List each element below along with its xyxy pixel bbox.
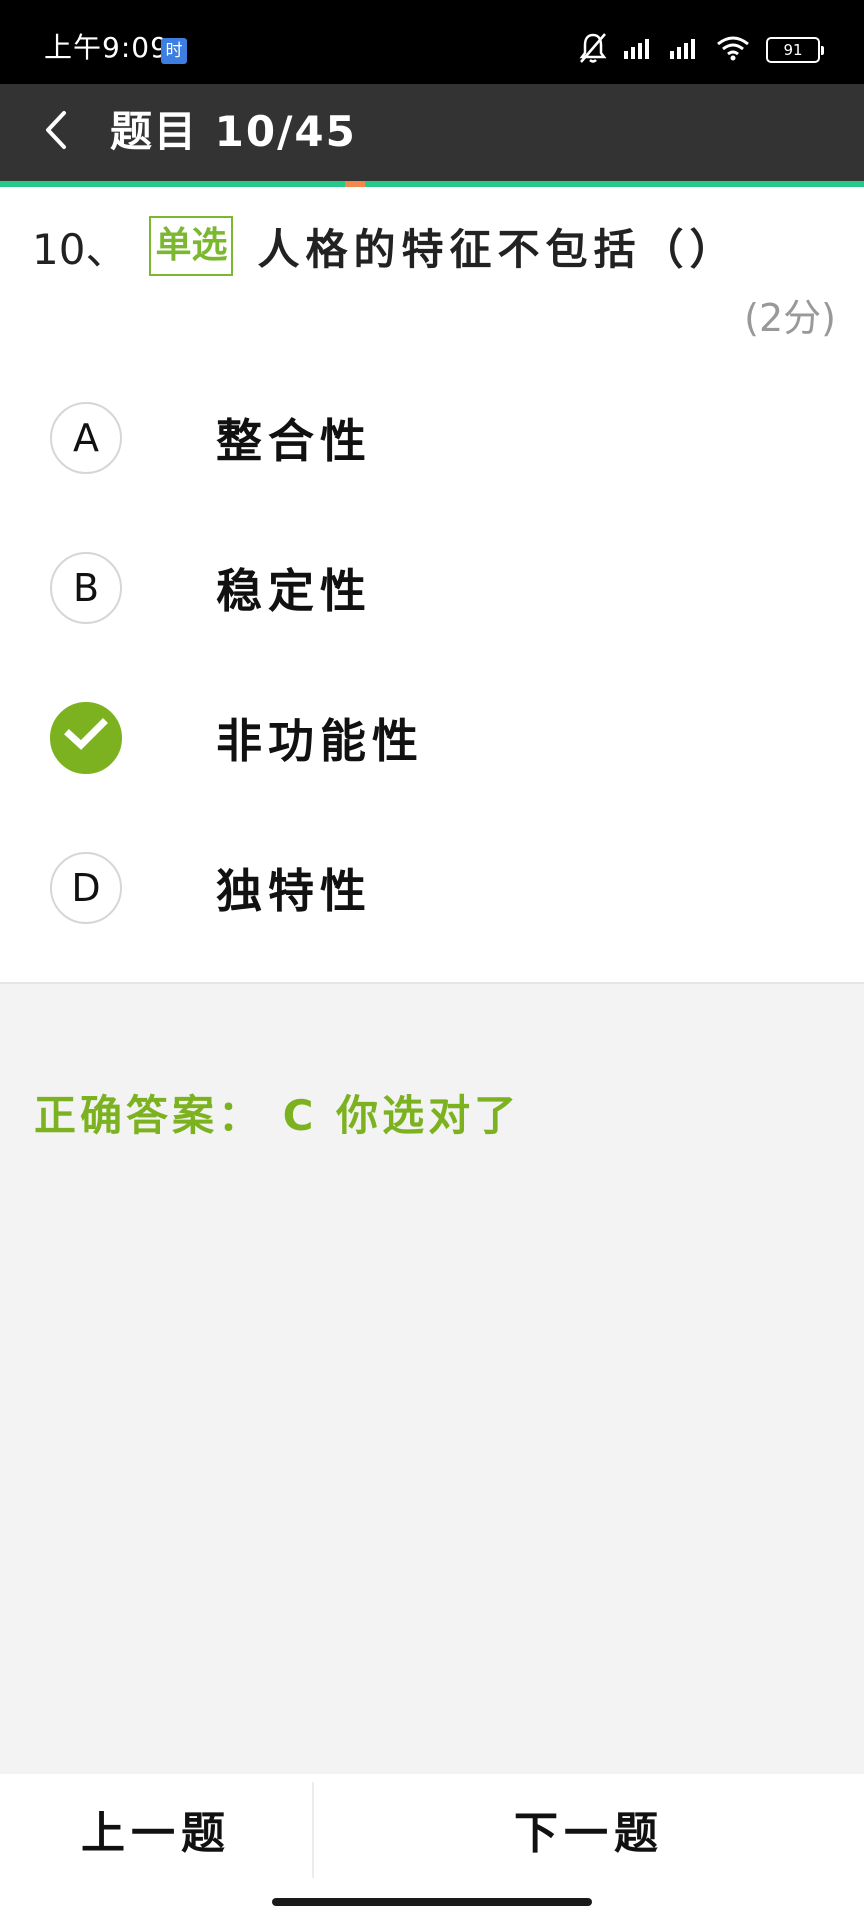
signal-icon bbox=[670, 37, 700, 63]
status-time: 上午9:09 bbox=[44, 31, 169, 64]
status-icons: 91 bbox=[578, 30, 824, 70]
question-number: 10、 bbox=[32, 224, 128, 274]
option-c[interactable]: 非功能性 bbox=[50, 700, 830, 776]
signal-icon bbox=[624, 37, 654, 63]
option-b-label: 稳定性 bbox=[216, 564, 372, 618]
progress-marker bbox=[345, 181, 365, 187]
option-a-label: 整合性 bbox=[216, 414, 372, 468]
back-button[interactable] bbox=[30, 106, 82, 158]
option-c-label: 非功能性 bbox=[216, 714, 424, 768]
answer-panel: 正确答案： C 你选对了 bbox=[0, 982, 864, 1776]
question-type-badge: 单选 bbox=[149, 216, 234, 276]
option-b[interactable]: B 稳定性 bbox=[50, 550, 830, 626]
option-c-radio[interactable] bbox=[50, 702, 122, 774]
option-b-radio[interactable]: B bbox=[50, 552, 122, 624]
chevron-left-icon bbox=[42, 109, 70, 155]
status-bar: 上午9:09 时 91 bbox=[0, 0, 864, 84]
bell-muted-icon bbox=[578, 32, 608, 68]
header-bar: 题目 10/45 bbox=[0, 84, 864, 181]
question-line: 10、 单选 人格的特征不包括（） bbox=[32, 215, 737, 277]
option-d-label: 独特性 bbox=[216, 864, 372, 918]
page-title: 题目 10/45 bbox=[110, 107, 357, 156]
checkmark-icon bbox=[64, 716, 108, 761]
progress-bar bbox=[0, 181, 864, 187]
question-score: (2分) bbox=[744, 296, 836, 340]
wifi-icon bbox=[716, 35, 750, 65]
option-a[interactable]: A 整合性 bbox=[50, 400, 830, 476]
answer-result-text: 正确答案： C 你选对了 bbox=[34, 1091, 521, 1140]
option-a-radio[interactable]: A bbox=[50, 402, 122, 474]
question-text: 人格的特征不包括（） bbox=[257, 224, 738, 274]
next-question-button[interactable]: 下一题 bbox=[314, 1774, 864, 1884]
prev-question-button[interactable]: 上一题 bbox=[0, 1774, 312, 1884]
option-d[interactable]: D 独特性 bbox=[50, 850, 830, 926]
home-indicator[interactable] bbox=[272, 1898, 592, 1906]
status-badge: 时 bbox=[161, 38, 187, 64]
battery-icon: 91 bbox=[766, 37, 824, 63]
option-d-radio[interactable]: D bbox=[50, 852, 122, 924]
